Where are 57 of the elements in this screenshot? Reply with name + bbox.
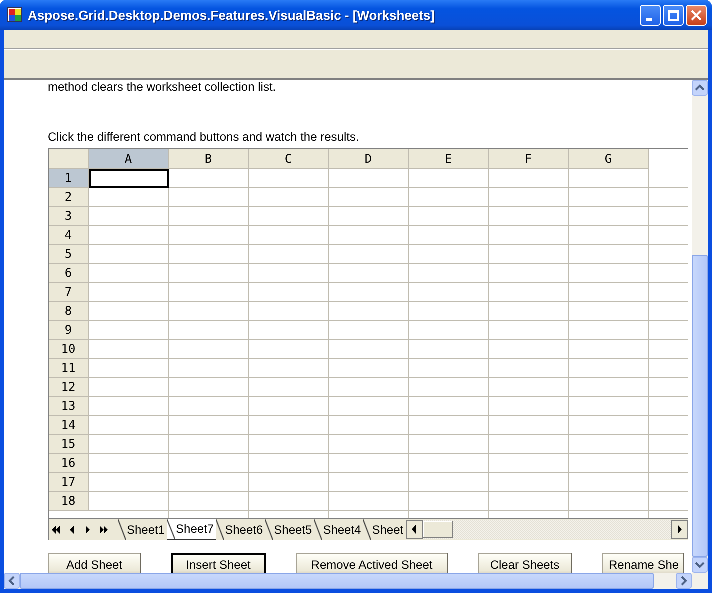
scroll-right-button[interactable]: [671, 520, 688, 539]
row-header[interactable]: 16: [49, 454, 89, 473]
row-header[interactable]: 8: [49, 302, 89, 321]
maximize-icon: [668, 10, 679, 20]
maximize-button[interactable]: [663, 4, 684, 26]
close-icon: [691, 10, 702, 20]
scroll-thumb[interactable]: [20, 573, 654, 589]
row-header[interactable]: 3: [49, 207, 89, 226]
command-button[interactable]: Rename She: [602, 553, 684, 573]
command-button[interactable]: Add Sheet: [48, 553, 141, 573]
column-header[interactable]: E: [409, 149, 489, 169]
row-header[interactable]: 15: [49, 435, 89, 454]
row-header[interactable]: 10: [49, 340, 89, 359]
sheet-tab[interactable]: Sheet5: [265, 519, 314, 540]
command-button[interactable]: Remove Actived Sheet: [296, 553, 448, 573]
scroll-down-button[interactable]: [692, 557, 708, 573]
row-header[interactable]: 4: [49, 226, 89, 245]
column-header[interactable]: C: [249, 149, 329, 169]
row-header[interactable]: 6: [49, 264, 89, 283]
column-header[interactable]: G: [569, 149, 649, 169]
minimize-icon: [646, 18, 652, 20]
scroll-left-button[interactable]: [406, 520, 423, 539]
column-header[interactable]: D: [329, 149, 409, 169]
app-icon: [7, 7, 23, 23]
description-text: method clears the worksheet collection list.: [48, 80, 278, 94]
minimize-button[interactable]: [640, 4, 661, 26]
sheet-tab[interactable]: Sheet1: [118, 519, 168, 540]
column-header[interactable]: B: [169, 149, 249, 169]
scroll-up-button[interactable]: [692, 80, 708, 96]
first-sheet-icon[interactable]: [52, 526, 60, 534]
column-header[interactable]: A: [89, 149, 169, 169]
row-header[interactable]: 1: [49, 169, 89, 188]
row-header[interactable]: 5: [49, 245, 89, 264]
row-header[interactable]: 17: [49, 473, 89, 492]
sheet-tab[interactable]: Sheet: [363, 519, 406, 540]
command-button[interactable]: Insert Sheet: [171, 553, 266, 573]
active-cell[interactable]: [89, 169, 169, 188]
previous-sheet-icon[interactable]: [68, 526, 76, 534]
row-header[interactable]: 13: [49, 397, 89, 416]
close-button[interactable]: [686, 4, 707, 26]
row-header[interactable]: 7: [49, 283, 89, 302]
next-sheet-icon[interactable]: [84, 526, 92, 534]
row-header[interactable]: 9: [49, 321, 89, 340]
sheet-tab[interactable]: Sheet4: [314, 519, 364, 540]
row-header[interactable]: 11: [49, 359, 89, 378]
window-title: Aspose.Grid.Desktop.Demos.Features.VisualBasic - [Worksheets]: [28, 8, 436, 22]
sheet-tab[interactable]: Sheet6: [216, 519, 266, 540]
row-header[interactable]: 2: [49, 188, 89, 207]
last-sheet-icon[interactable]: [100, 526, 108, 534]
row-header[interactable]: 12: [49, 378, 89, 397]
row-header[interactable]: 14: [49, 416, 89, 435]
scroll-thumb[interactable]: [692, 255, 708, 557]
row-header[interactable]: 18: [49, 492, 89, 511]
sheet-tab[interactable]: Sheet7: [167, 519, 216, 540]
command-button[interactable]: Clear Sheets: [478, 553, 572, 573]
instruction-text: Click the different command buttons and watch the results.: [48, 130, 360, 144]
column-header[interactable]: F: [489, 149, 569, 169]
